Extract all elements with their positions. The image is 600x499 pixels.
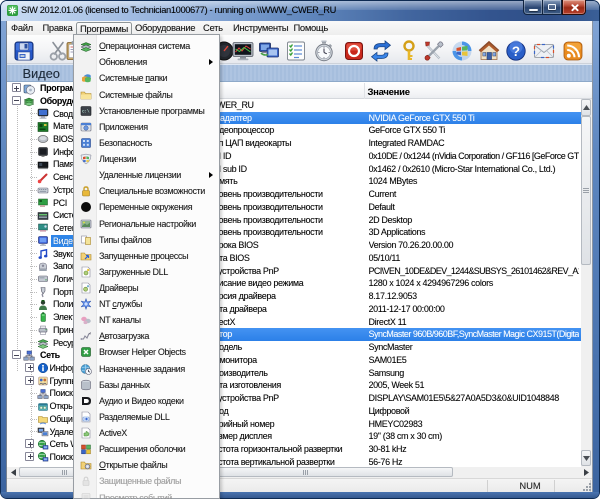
svg-text:?: ? bbox=[512, 44, 520, 59]
svg-text:c:\: c:\ bbox=[82, 108, 90, 114]
